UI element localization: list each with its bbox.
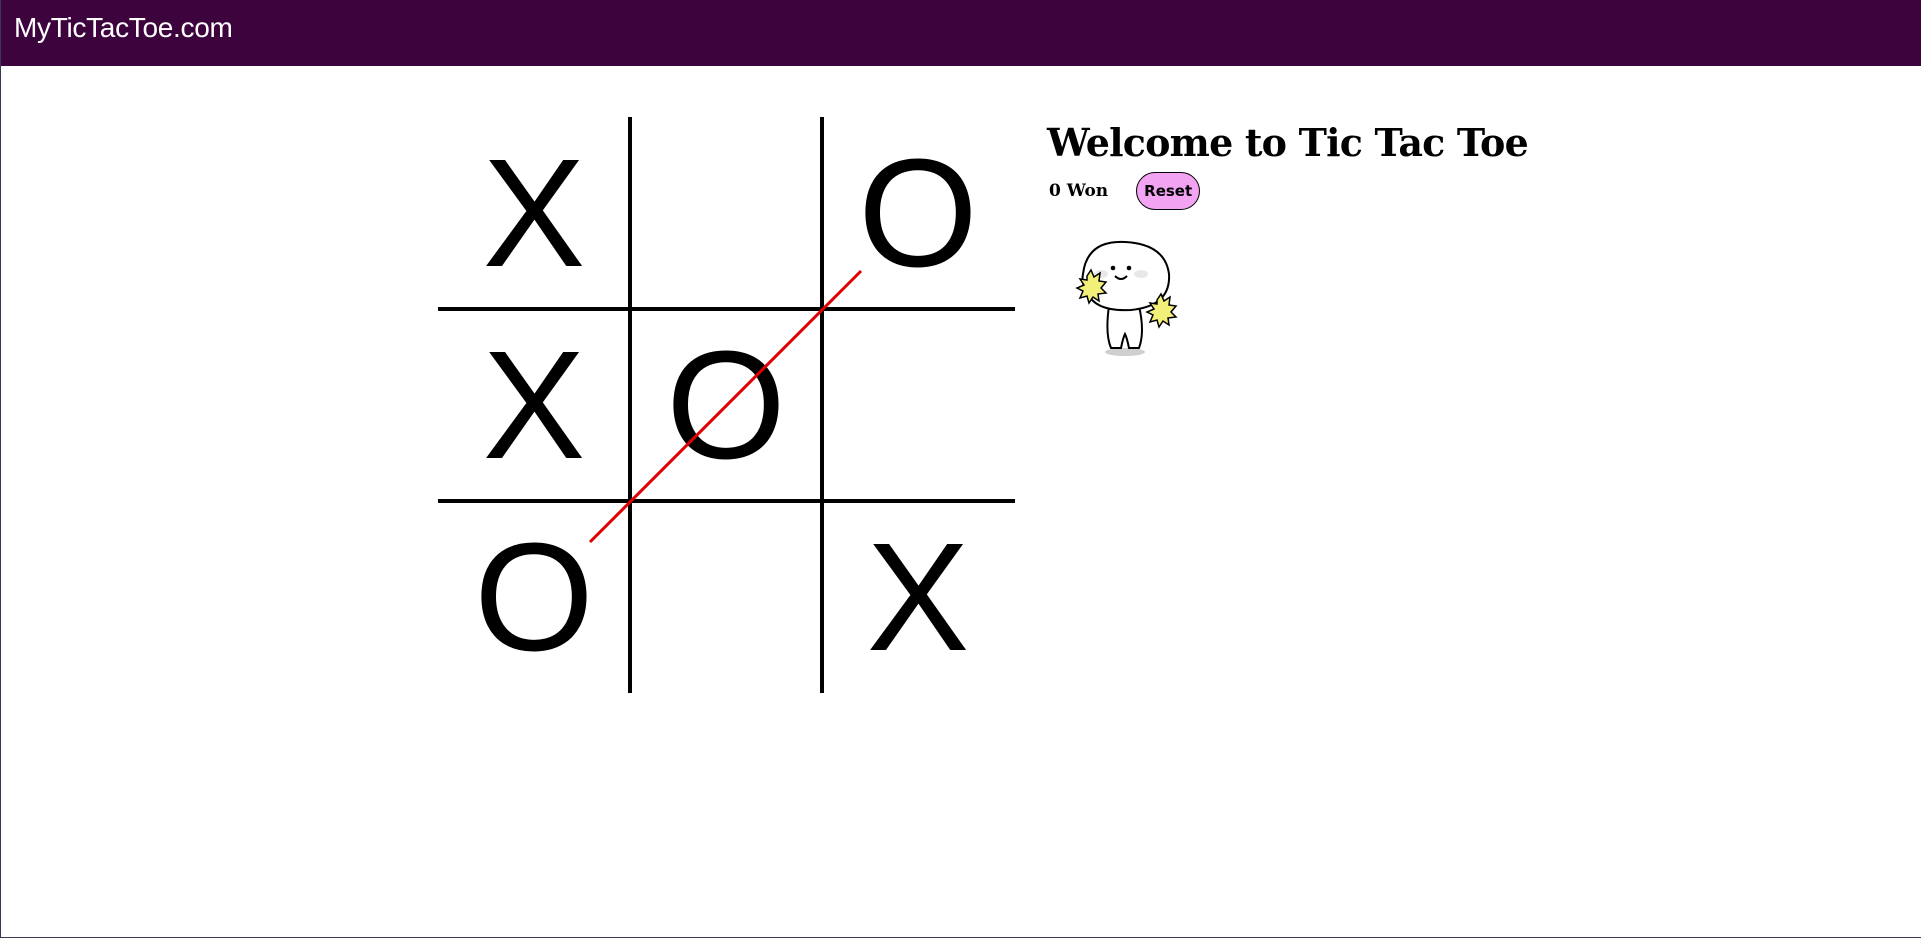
cell-mark: O bbox=[474, 511, 594, 683]
brand-link[interactable]: MyTicTacToe.com bbox=[14, 12, 233, 44]
info-panel: Welcome to Tic Tac Toe bbox=[1047, 120, 1529, 165]
cell-mark: O bbox=[666, 319, 786, 491]
board-cell-1-1[interactable]: O bbox=[630, 309, 822, 501]
cell-mark bbox=[630, 117, 822, 309]
game-board: X O X O O X bbox=[438, 117, 1015, 693]
cell-mark bbox=[630, 501, 822, 693]
page: MyTicTacToe.com X O X O O X Welcome to T… bbox=[0, 0, 1921, 938]
board-cell-2-0[interactable]: O bbox=[438, 501, 630, 693]
reset-button[interactable]: Reset bbox=[1136, 172, 1201, 210]
cell-mark: O bbox=[858, 127, 978, 299]
cell-mark: X bbox=[482, 319, 586, 491]
board-cell-0-2[interactable]: O bbox=[822, 117, 1014, 309]
cell-mark bbox=[822, 309, 1014, 501]
score-row: 0 Won Reset bbox=[1049, 172, 1201, 210]
cell-mark: X bbox=[482, 127, 586, 299]
board-cell-1-0[interactable]: X bbox=[438, 309, 630, 501]
board-cell-1-2[interactable] bbox=[822, 309, 1014, 501]
cheerleader-mascot-icon bbox=[1075, 240, 1178, 356]
board-cell-0-1[interactable] bbox=[630, 117, 822, 309]
board-cell-2-2[interactable]: X bbox=[822, 501, 1014, 693]
board-cell-2-1[interactable] bbox=[630, 501, 822, 693]
board-cell-0-0[interactable]: X bbox=[438, 117, 630, 309]
cell-mark: X bbox=[866, 511, 970, 683]
page-title: Welcome to Tic Tac Toe bbox=[1047, 120, 1529, 165]
score-text: 0 Won bbox=[1049, 181, 1109, 201]
navbar: MyTicTacToe.com bbox=[1, 0, 1921, 66]
